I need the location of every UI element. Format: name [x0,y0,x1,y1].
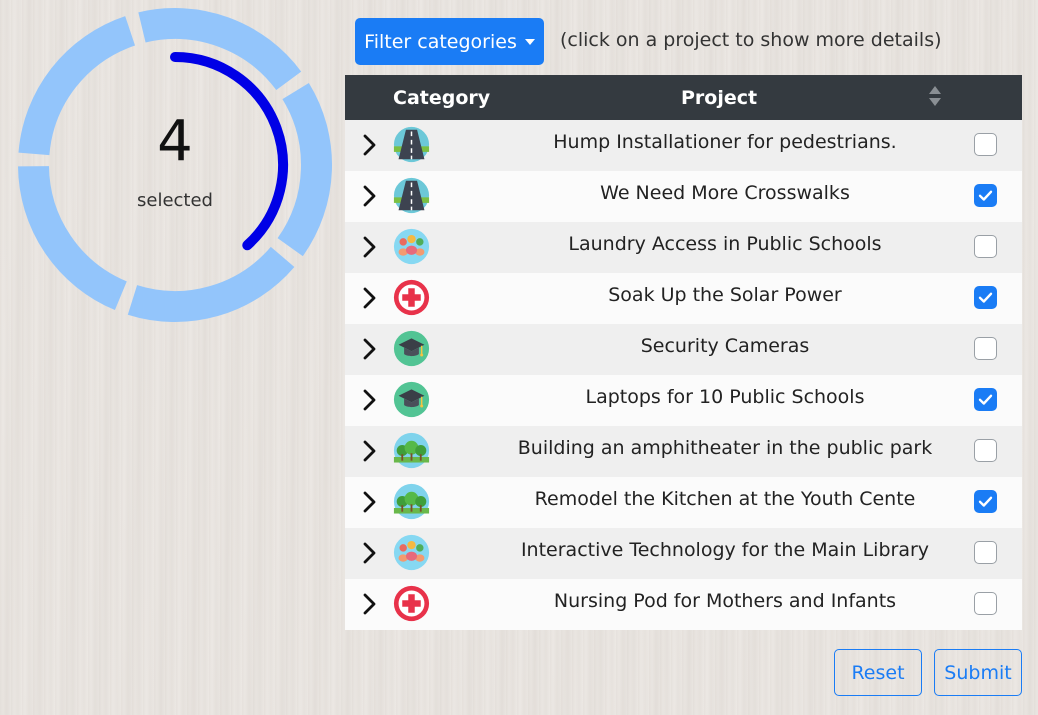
table-row[interactable]: Security Cameras [345,324,1022,375]
project-checkbox[interactable] [974,541,997,564]
chevron-right-icon[interactable] [357,541,381,565]
project-checkbox[interactable] [974,439,997,462]
filter-categories-label: Filter categories [364,30,517,53]
column-header-category[interactable]: Category [393,87,490,109]
project-checkbox[interactable] [974,337,997,360]
parks-trees-icon [393,432,430,469]
chevron-right-icon[interactable] [357,490,381,514]
table-row[interactable]: We Need More Crosswalks [345,171,1022,222]
chevron-right-icon[interactable] [357,286,381,310]
chevron-right-icon[interactable] [357,184,381,208]
project-name[interactable]: Nursing Pod for Mothers and Infants [441,590,1009,612]
submit-button[interactable]: Submit [934,649,1022,696]
project-name[interactable]: Security Cameras [441,335,1009,357]
chevron-right-icon[interactable] [357,133,381,157]
chevron-right-icon[interactable] [357,337,381,361]
table-row[interactable]: Building an amphitheater in the public p… [345,426,1022,477]
project-name[interactable]: We Need More Crosswalks [441,182,1009,204]
donut-segment [138,8,302,91]
table-row[interactable]: Hump Installationer for pedestrians. [345,120,1022,171]
filter-categories-button[interactable]: Filter categories [355,18,544,65]
community-icon [393,228,430,265]
education-cap-icon [393,330,430,367]
project-name[interactable]: Interactive Technology for the Main Libr… [441,539,1009,561]
project-name[interactable]: Laundry Access in Public Schools [441,233,1009,255]
project-checkbox[interactable] [974,184,997,207]
table-row[interactable]: Remodel the Kitchen at the Youth Cente [345,477,1022,528]
table-row[interactable]: Laundry Access in Public Schools [345,222,1022,273]
details-hint: (click on a project to show more details… [560,29,942,51]
project-name[interactable]: Building an amphitheater in the public p… [441,437,1009,459]
chevron-right-icon[interactable] [357,235,381,259]
health-cross-icon [393,279,430,316]
selection-donut: 4 selected [18,8,332,322]
project-name[interactable]: Laptops for 10 Public Schools [441,386,1009,408]
table-header: Category Project [345,75,1022,120]
chevron-right-icon[interactable] [357,388,381,412]
project-name[interactable]: Remodel the Kitchen at the Youth Cente [441,488,1009,510]
project-checkbox[interactable] [974,286,997,309]
selected-count: 4 [157,109,193,174]
projects-table: Category Project Hump Installationer for… [345,75,1022,630]
donut-segment [127,246,295,322]
selected-label: selected [137,190,213,211]
road-icon [393,126,430,163]
road-icon [393,177,430,214]
project-checkbox[interactable] [974,592,997,615]
caret-down-icon [524,38,535,45]
sort-icon[interactable] [929,86,941,108]
project-checkbox[interactable] [974,133,997,156]
reset-button[interactable]: Reset [834,649,922,696]
project-checkbox[interactable] [974,388,997,411]
table-row[interactable]: Laptops for 10 Public Schools [345,375,1022,426]
table-row[interactable]: Nursing Pod for Mothers and Infants [345,579,1022,630]
column-header-project[interactable]: Project [681,87,757,109]
table-row[interactable]: Interactive Technology for the Main Libr… [345,528,1022,579]
community-icon [393,534,430,571]
health-cross-icon [393,585,430,622]
chevron-right-icon[interactable] [357,439,381,463]
education-cap-icon [393,381,430,418]
project-name[interactable]: Hump Installationer for pedestrians. [441,131,1009,153]
table-body: Hump Installationer for pedestrians. We N… [345,120,1022,630]
table-row[interactable]: Soak Up the Solar Power [345,273,1022,324]
parks-trees-icon [393,483,430,520]
chevron-right-icon[interactable] [357,592,381,616]
project-checkbox[interactable] [974,490,997,513]
project-name[interactable]: Soak Up the Solar Power [441,284,1009,306]
project-checkbox[interactable] [974,235,997,258]
donut-segment [18,165,128,311]
